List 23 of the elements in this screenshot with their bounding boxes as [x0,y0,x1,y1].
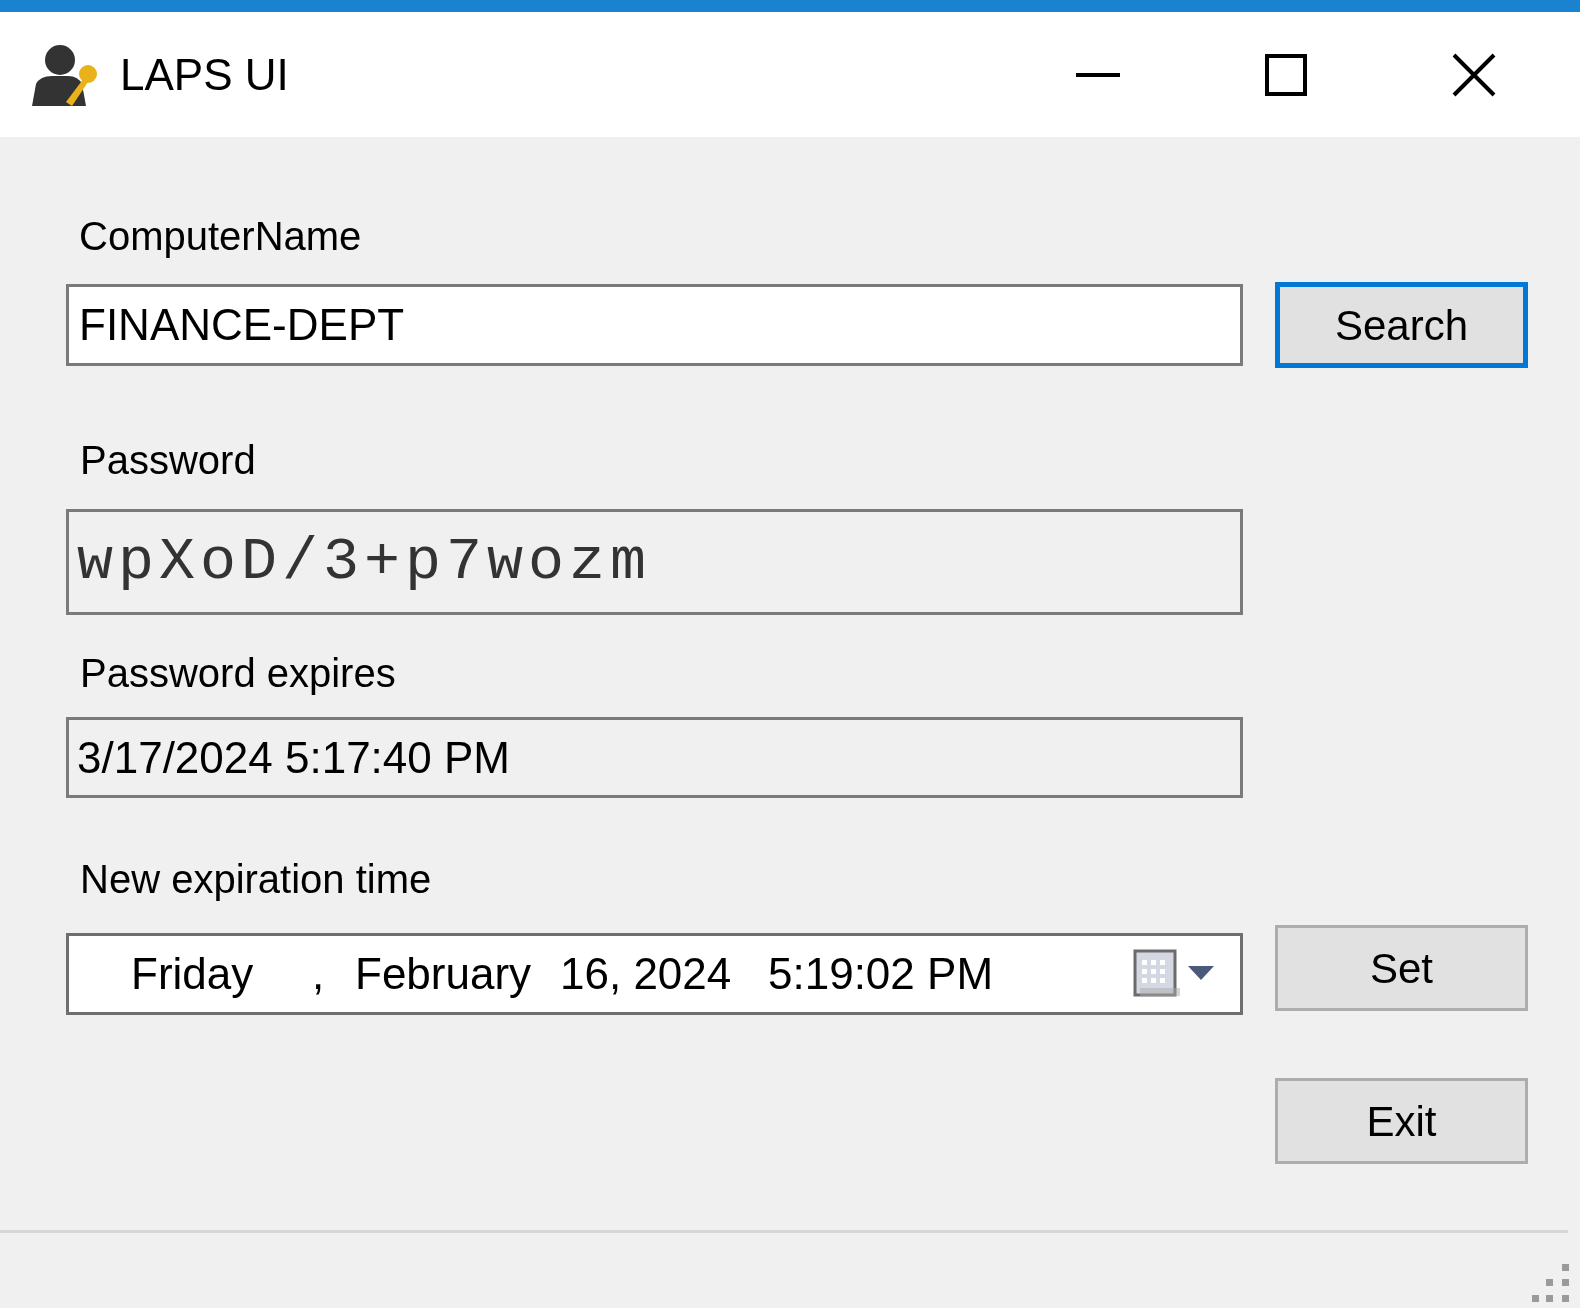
date-part[interactable]: , [312,941,355,1007]
close-icon [1452,52,1496,97]
field-label: Password [80,437,257,484]
date-part[interactable]: 5:19:02 PM [768,941,998,1007]
field-label: New expiration time [80,856,433,903]
maximize-icon [1265,53,1307,96]
search-button[interactable]: Search [1275,282,1528,368]
minimize-icon [1076,72,1120,77]
computer-name-field[interactable]: FINANCE-DEPT [66,284,1243,366]
calendar-dropdown-icon[interactable] [1132,948,1216,1000]
date-part[interactable]: 16, 2024 [560,941,768,1007]
field-label: Password expires [80,650,397,697]
resize-grip-icon[interactable] [1532,1264,1570,1302]
date-part[interactable]: February [355,941,560,1007]
exit-button[interactable]: Exit [1275,1078,1528,1164]
user-key-icon [30,43,98,106]
password-expires-field: 3/17/2024 5:17:40 PM [66,717,1243,798]
field-label: ComputerName [79,213,363,260]
password-field: wpXoD/3+p7wozm [66,509,1243,615]
set-button[interactable]: Set [1275,925,1528,1011]
window-title: LAPS UI [120,48,289,101]
date-time-picker[interactable]: Friday , February 16, 2024 5:19:02 PM [66,933,1243,1015]
date-part[interactable]: Friday [131,941,312,1007]
